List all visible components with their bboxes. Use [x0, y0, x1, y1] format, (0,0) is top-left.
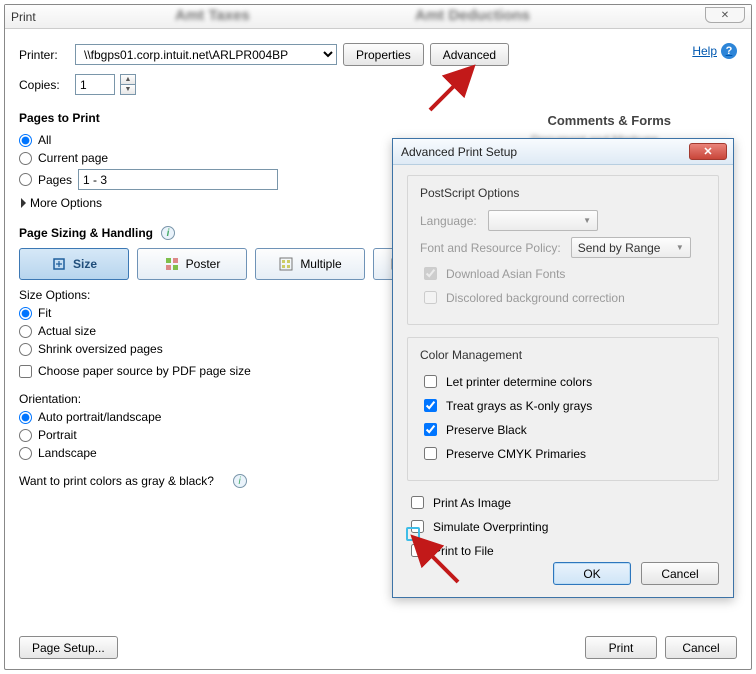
- modal-cancel-button[interactable]: Cancel: [641, 562, 719, 585]
- check-let-printer[interactable]: Let printer determine colors: [420, 372, 706, 391]
- triangle-right-icon: [21, 198, 26, 208]
- sizing-title: Page Sizing & Handling: [19, 226, 153, 240]
- chevron-down-icon: ▼: [676, 243, 684, 252]
- spin-up-icon[interactable]: ▲: [121, 75, 135, 85]
- tab-multiple[interactable]: Multiple: [255, 248, 365, 280]
- policy-combo[interactable]: Send by Range▼: [571, 237, 691, 258]
- language-combo: ▼: [488, 210, 598, 231]
- check-grays[interactable]: Treat grays as K-only grays: [420, 396, 706, 415]
- help-label: Help: [692, 44, 717, 58]
- postscript-group: PostScript Options Language: ▼ Font and …: [407, 175, 719, 325]
- modal-close-button[interactable]: ✕: [689, 143, 727, 160]
- printer-select[interactable]: \\fbgps01.corp.intuit.net\ARLPR004BP: [75, 44, 337, 65]
- titlebar: Print Amt Taxes Amt Deductions ✕: [5, 5, 751, 29]
- print-button[interactable]: Print: [585, 636, 657, 659]
- color-management-group: Color Management Let printer determine c…: [407, 337, 719, 481]
- comments-forms-label: Comments & Forms: [547, 113, 671, 128]
- check-preserve-black[interactable]: Preserve Black: [420, 420, 706, 439]
- help-link[interactable]: Help ?: [692, 43, 737, 59]
- copies-input[interactable]: [75, 74, 115, 95]
- check-print-as-image[interactable]: Print As Image: [407, 493, 719, 512]
- check-discolored: Discolored background correction: [420, 288, 706, 307]
- close-button[interactable]: ✕: [705, 7, 745, 23]
- advanced-print-setup-dialog: Advanced Print Setup ✕ PostScript Option…: [392, 138, 734, 598]
- modal-title: Advanced Print Setup: [401, 145, 517, 159]
- size-icon: [51, 256, 67, 272]
- policy-label: Font and Resource Policy:: [420, 241, 561, 255]
- ok-button[interactable]: OK: [553, 562, 631, 585]
- multiple-icon: [278, 256, 294, 272]
- properties-button[interactable]: Properties: [343, 43, 424, 66]
- modal-titlebar: Advanced Print Setup ✕: [393, 139, 733, 165]
- background-text: Amt Deductions: [415, 7, 595, 25]
- window-title: Print: [11, 10, 36, 24]
- tab-size[interactable]: Size: [19, 248, 129, 280]
- check-preserve-cmyk[interactable]: Preserve CMYK Primaries: [420, 444, 706, 463]
- pages-range-input[interactable]: [78, 169, 278, 190]
- info-icon[interactable]: i: [233, 474, 247, 488]
- page-setup-button[interactable]: Page Setup...: [19, 636, 118, 659]
- help-icon: ?: [721, 43, 737, 59]
- background-text: Amt Taxes: [175, 7, 295, 25]
- poster-icon: [164, 256, 180, 272]
- language-label: Language:: [420, 214, 478, 228]
- advanced-button[interactable]: Advanced: [430, 43, 509, 66]
- info-icon[interactable]: i: [161, 226, 175, 240]
- printer-label: Printer:: [19, 48, 69, 62]
- gray-question: Want to print colors as gray & black?: [19, 474, 214, 488]
- check-simulate-overprint[interactable]: Simulate Overprinting: [407, 517, 719, 536]
- postscript-title: PostScript Options: [420, 186, 706, 200]
- color-mgmt-title: Color Management: [420, 348, 706, 362]
- check-print-to-file[interactable]: Print to File: [407, 541, 719, 560]
- copies-label: Copies:: [19, 78, 69, 92]
- spin-down-icon[interactable]: ▼: [121, 85, 135, 94]
- cancel-button[interactable]: Cancel: [665, 636, 737, 659]
- copies-spinner[interactable]: ▲▼: [120, 74, 136, 95]
- tab-poster[interactable]: Poster: [137, 248, 247, 280]
- check-asian-fonts: Download Asian Fonts: [420, 264, 706, 283]
